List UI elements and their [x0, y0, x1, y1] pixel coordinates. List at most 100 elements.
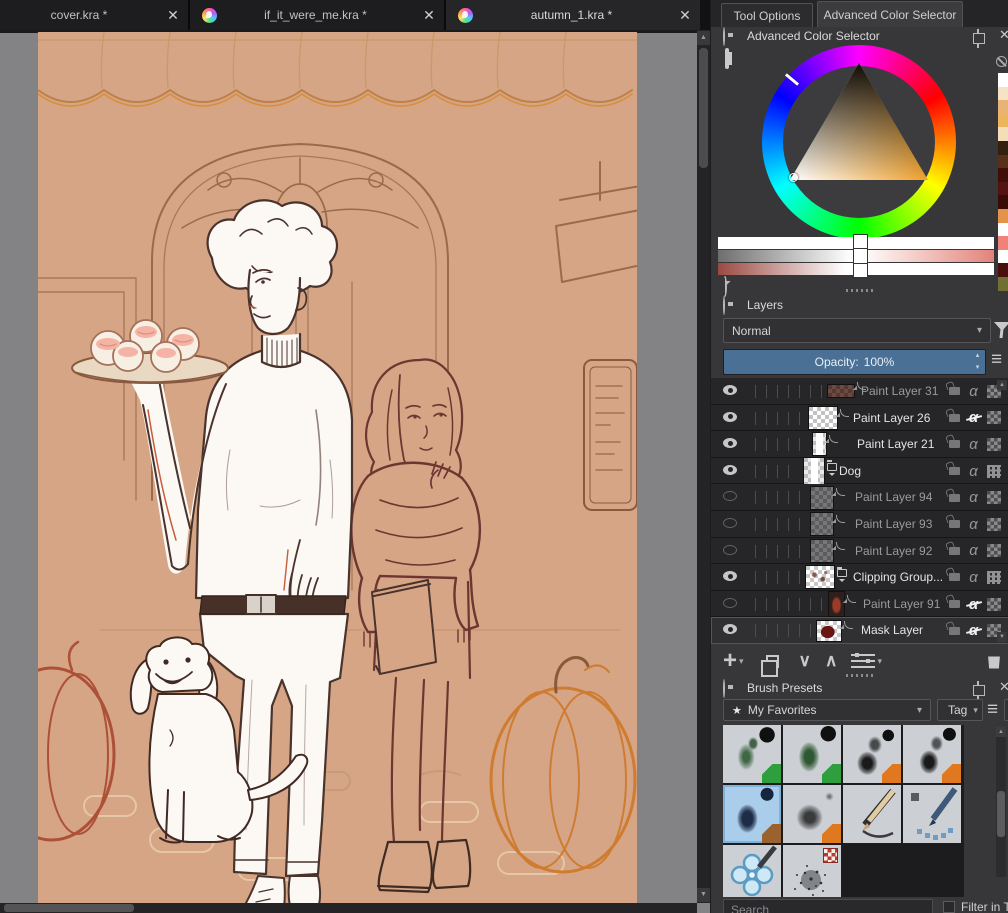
layer-thumbnail[interactable]: [811, 487, 833, 509]
layer-thumbnail[interactable]: [804, 458, 824, 484]
docker-lock-icon[interactable]: [723, 297, 725, 315]
layer-row[interactable]: Mask Layer α: [711, 617, 1008, 644]
layer-row[interactable]: Paint Layer 26 α: [711, 405, 1008, 432]
layer-thumbnail[interactable]: [811, 513, 833, 535]
layer-row[interactable]: Paint Layer 92 α: [711, 538, 1008, 565]
inherit-alpha-icon[interactable]: α: [967, 490, 980, 505]
history-swatch[interactable]: [998, 195, 1008, 209]
layers-menu-icon[interactable]: ≡: [991, 350, 1002, 369]
add-layer-button[interactable]: + ▾: [723, 649, 744, 673]
close-icon[interactable]: ✕: [414, 7, 444, 24]
layer-row[interactable]: Paint Layer 91 α: [711, 591, 1008, 618]
tab-cover[interactable]: cover.kra * ✕: [0, 0, 190, 30]
canvas-viewport[interactable]: ▲ ▼: [0, 30, 710, 913]
close-icon[interactable]: ✕: [158, 7, 188, 24]
inherit-alpha-icon[interactable]: α: [967, 437, 980, 452]
docker-lock-icon[interactable]: [723, 28, 725, 46]
brush-preset[interactable]: [783, 845, 841, 897]
layer-thumbnail[interactable]: [806, 566, 834, 588]
canvas-artwork[interactable]: [0, 30, 710, 913]
tab-advanced-color-selector[interactable]: Advanced Color Selector: [817, 1, 963, 27]
history-swatch[interactable]: [998, 100, 1008, 114]
layer-thumbnail[interactable]: [828, 385, 854, 397]
close-icon[interactable]: ✕: [999, 28, 1008, 41]
blend-mode-dropdown[interactable]: Normal ▾: [723, 318, 991, 343]
history-swatch[interactable]: [998, 236, 1008, 250]
history-swatch[interactable]: [998, 182, 1008, 196]
layer-thumbnail[interactable]: [813, 433, 826, 455]
visibility-eye-icon[interactable]: [723, 385, 741, 398]
inherit-alpha-icon[interactable]: α: [967, 543, 980, 558]
alpha-lock-icon[interactable]: [987, 598, 1001, 611]
brush-preset[interactable]: [843, 785, 901, 843]
visibility-eye-icon[interactable]: [723, 465, 741, 478]
visibility-eye-icon[interactable]: [723, 598, 741, 611]
preset-scrollbar[interactable]: ▲: [996, 727, 1006, 877]
scroll-down-icon[interactable]: ▼: [697, 888, 710, 902]
scroll-up-icon[interactable]: ▲: [996, 727, 1006, 737]
close-icon[interactable]: ✕: [670, 7, 700, 24]
inherit-alpha-icon[interactable]: α: [967, 384, 980, 399]
history-swatch[interactable]: [998, 114, 1008, 128]
shade-strip-handle[interactable]: [854, 235, 867, 277]
brush-preset[interactable]: [783, 725, 841, 783]
visibility-eye-icon[interactable]: [723, 491, 741, 504]
alpha-lock-icon[interactable]: [987, 411, 1001, 424]
chevron-down-icon[interactable]: ▾: [877, 656, 882, 667]
opacity-slider[interactable]: Opacity: 100% ▴ ▾: [723, 349, 986, 375]
delete-layer-button[interactable]: [987, 654, 1001, 669]
lock-icon[interactable]: [949, 467, 960, 475]
history-swatch[interactable]: [998, 127, 1008, 141]
brush-preset[interactable]: [903, 725, 961, 783]
search-input[interactable]: [723, 899, 933, 913]
visibility-eye-icon[interactable]: [723, 624, 741, 637]
inherit-alpha-icon[interactable]: α: [967, 464, 980, 479]
close-icon[interactable]: ✕: [999, 680, 1008, 693]
passthrough-icon[interactable]: [987, 465, 1001, 478]
float-docker-icon[interactable]: [977, 30, 979, 48]
layer-row[interactable]: Paint Layer 94 α: [711, 484, 1008, 511]
visibility-eye-icon[interactable]: [723, 412, 741, 425]
alpha-lock-icon[interactable]: [987, 438, 1001, 451]
brush-preset[interactable]: [723, 725, 781, 783]
visibility-eye-icon[interactable]: [723, 438, 741, 451]
history-swatch[interactable]: [998, 277, 1008, 291]
hsv-triangle[interactable]: [762, 45, 956, 239]
alpha-lock-icon[interactable]: [987, 518, 1001, 531]
visibility-eye-icon[interactable]: [723, 518, 741, 531]
history-swatch[interactable]: [998, 87, 1008, 101]
tab-if-it-were-me[interactable]: if_it_were_me.kra * ✕: [190, 0, 446, 30]
layer-scroll-up-icon[interactable]: ▲: [997, 380, 1007, 390]
float-docker-icon[interactable]: [977, 682, 979, 700]
history-swatch[interactable]: [998, 209, 1008, 223]
visibility-eye-icon[interactable]: [723, 545, 741, 558]
history-swatch[interactable]: [998, 73, 1008, 87]
inherit-alpha-icon[interactable]: α: [967, 570, 980, 585]
scrollbar-handle[interactable]: [699, 48, 708, 168]
layer-thumbnail[interactable]: [829, 592, 844, 616]
spin-up-icon[interactable]: ▴: [972, 352, 983, 360]
lock-icon[interactable]: [949, 547, 960, 555]
docker-lock-icon[interactable]: [723, 680, 725, 698]
tab-tool-options[interactable]: Tool Options: [721, 3, 813, 27]
duplicate-layer-button[interactable]: [760, 655, 779, 668]
chevron-down-icon[interactable]: ▾: [739, 656, 744, 667]
selector-settings-icon[interactable]: [725, 50, 729, 68]
brush-preset[interactable]: [783, 785, 841, 843]
history-swatch[interactable]: [998, 263, 1008, 277]
scrollbar-handle[interactable]: [997, 791, 1005, 837]
lock-icon[interactable]: [949, 573, 960, 581]
lock-icon[interactable]: [949, 494, 960, 502]
brush-preset[interactable]: [903, 785, 961, 843]
tab-autumn-1[interactable]: autumn_1.kra * ✕: [446, 0, 702, 30]
brush-preset[interactable]: [723, 845, 781, 897]
inherit-alpha-icon[interactable]: α: [967, 517, 980, 532]
splitter-handle[interactable]: [846, 289, 876, 292]
lock-icon[interactable]: [949, 440, 960, 448]
history-swatch[interactable]: [998, 250, 1008, 264]
lock-icon[interactable]: [949, 520, 960, 528]
layer-thumbnail[interactable]: [811, 540, 833, 562]
history-swatch[interactable]: [998, 223, 1008, 237]
layer-row[interactable]: Paint Layer 31 α: [711, 378, 1008, 405]
triangle-marker[interactable]: [789, 173, 798, 182]
